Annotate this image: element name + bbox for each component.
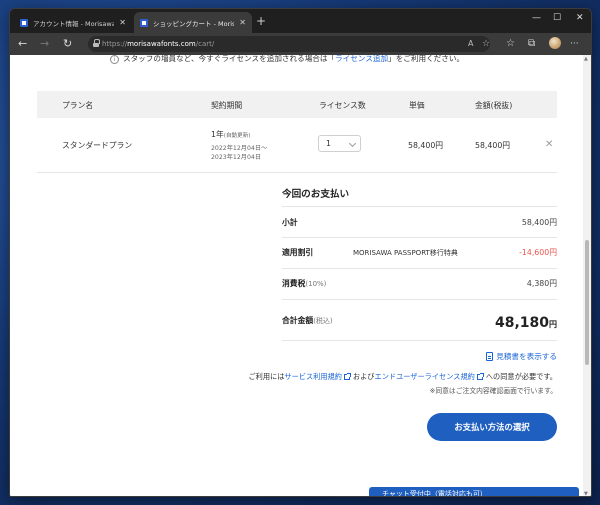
tax-label: 消費税(10%) (282, 279, 327, 288)
tab-account[interactable]: アカウント情報 - Morisawa ID ✕ (14, 12, 132, 33)
favorite-add-icon[interactable]: ☆ (482, 36, 490, 52)
summary-divider (282, 340, 557, 341)
scroll-down-icon[interactable]: ▼ (584, 491, 588, 496)
payment-summary-title: 今回のお支払い (282, 189, 350, 200)
forward-icon[interactable]: → (40, 36, 49, 52)
tab-close-icon[interactable]: ✕ (119, 18, 126, 27)
morisawa-favicon-icon (140, 18, 148, 27)
terms-agreement: ご利用にはサービス利用規約 およびエンドユーザーライセンス規約 への同意が必要です。 (248, 372, 557, 381)
row-divider (37, 172, 557, 173)
total-label: 合計金額(税込) (282, 316, 333, 325)
show-estimate-link[interactable]: 見積書を表示する (486, 351, 557, 362)
scroll-up-icon[interactable]: ▲ (584, 56, 588, 62)
chat-widget[interactable]: チャット受付中（電話対応も可） (369, 487, 579, 496)
lock-icon[interactable] (93, 39, 100, 47)
subtotal-value: 58,400円 (521, 218, 557, 227)
window-close-button[interactable]: ✕ (576, 13, 584, 23)
cart-page: i スタッフの増員など、今すぐライセンスを追加される場合は「ライセンス追加」をご利… (10, 55, 585, 496)
unit-price: 58,400円 (408, 141, 444, 150)
period-to: 2023年12月04日 (211, 154, 262, 161)
back-icon[interactable]: ← (18, 36, 27, 52)
chevron-down-icon (348, 139, 357, 148)
header-amount: 金額(税抜) (475, 101, 513, 110)
external-link-icon (476, 373, 484, 380)
tax-value: 4,380円 (526, 279, 557, 288)
period-main: 1年(自動更新) (211, 130, 251, 139)
maximize-button[interactable]: ☐ (553, 13, 561, 23)
collections-icon[interactable]: ⧉ (528, 36, 535, 52)
profile-avatar[interactable] (549, 37, 561, 49)
header-plan: プラン名 (62, 101, 94, 110)
external-link-icon (343, 373, 351, 380)
discount-label: 適用割引 (282, 248, 314, 257)
summary-divider (282, 237, 557, 238)
remove-item-icon[interactable]: ✕ (545, 139, 553, 150)
eula-link[interactable]: エンドユーザーライセンス規約 (375, 372, 475, 381)
discount-name: MORISAWA PASSPORT移行特典 (353, 249, 458, 257)
info-icon: i (110, 55, 119, 64)
new-tab-button[interactable]: + (256, 14, 266, 28)
tab-title: アカウント情報 - Morisawa ID (33, 19, 115, 28)
summary-divider (282, 299, 557, 300)
more-icon[interactable]: ··· (570, 36, 579, 52)
service-terms-link[interactable]: サービス利用規約 (284, 372, 342, 381)
document-icon (486, 352, 494, 361)
terms-note: ※同意はご注文内容確認画面で行います。 (429, 387, 557, 395)
license-quantity-select[interactable]: 1 (318, 135, 361, 152)
select-payment-method-button[interactable]: お支払い方法の選択 (427, 413, 557, 441)
page-scrollbar[interactable]: ▲ ▼ (583, 55, 591, 496)
discount-value: -14,600円 (519, 248, 557, 257)
tab-cart[interactable]: ショッピングカート - Morisawa Fonts ✕ (134, 12, 252, 33)
reload-icon[interactable]: ↻ (63, 36, 72, 52)
tab-title: ショッピングカート - Morisawa Fonts (153, 19, 234, 28)
read-aloud-icon[interactable]: A (468, 36, 473, 52)
browser-toolbar: ← → ↻ https://morisawafonts.com/cart/ A … (10, 33, 591, 55)
url-text: https://morisawafonts.com/cart/ (102, 40, 215, 48)
line-amount: 58,400円 (475, 141, 511, 150)
header-unit-price: 単価 (409, 101, 425, 110)
license-add-link[interactable]: ライセンス追加 (335, 55, 388, 63)
favorites-icon[interactable]: ☆ (506, 36, 515, 52)
plan-name: スタンダードプラン (62, 141, 133, 150)
period-from: 2022年12月04日～ (211, 145, 268, 152)
header-period: 契約期間 (211, 101, 243, 110)
address-bar[interactable]: https://morisawafonts.com/cart/ A ☆ (88, 36, 490, 52)
scrollbar-thumb[interactable] (585, 240, 589, 365)
morisawa-favicon-icon (20, 18, 28, 27)
tab-strip: アカウント情報 - Morisawa ID ✕ ショッピングカート - Mori… (10, 9, 591, 33)
summary-divider (282, 206, 557, 207)
license-notice: i スタッフの増員など、今すぐライセンスを追加される場合は「ライセンス追加」をご利… (110, 55, 464, 64)
browser-window: アカウント情報 - Morisawa ID ✕ ショッピングカート - Mori… (9, 8, 592, 497)
tab-close-icon[interactable]: ✕ (239, 18, 246, 27)
subtotal-label: 小計 (282, 218, 298, 227)
header-licenses: ライセンス数 (319, 101, 366, 110)
cart-table-header: プラン名 契約期間 ライセンス数 単価 金額(税抜) (37, 91, 557, 118)
minimize-button[interactable]: — (532, 13, 541, 23)
total-value: 48,180円 (494, 315, 557, 331)
summary-divider (282, 268, 557, 269)
